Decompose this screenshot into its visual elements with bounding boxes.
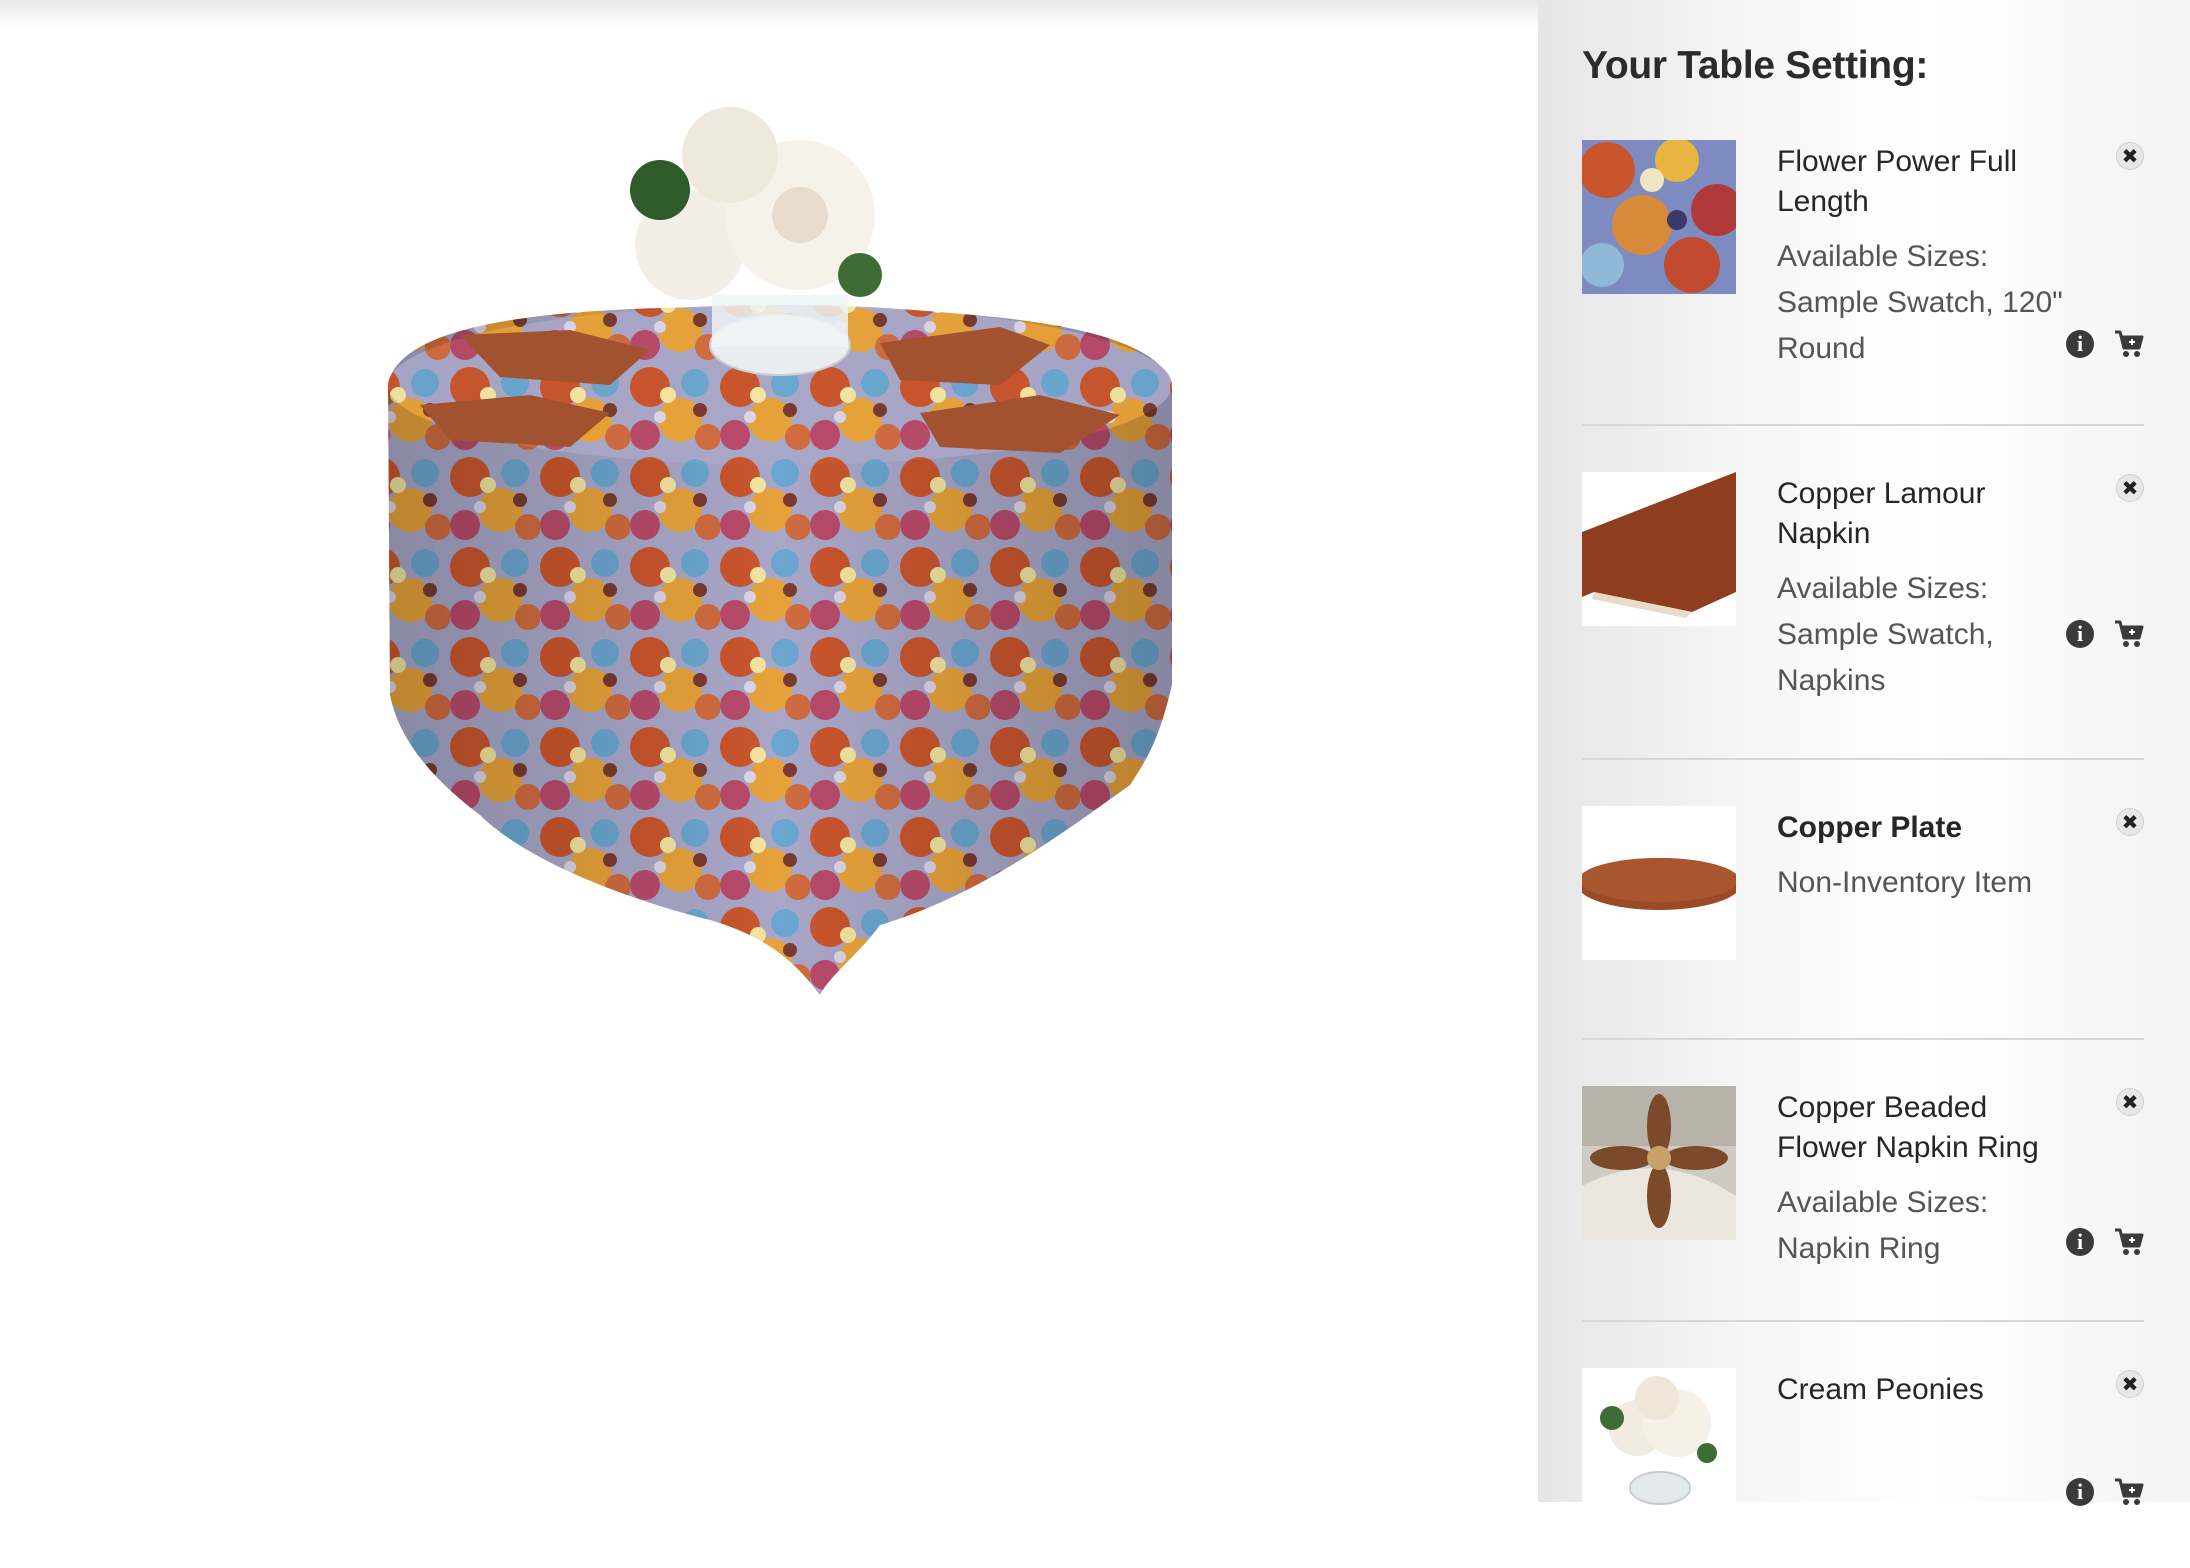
list-item: Cream Peonies ✖ i [1582,1368,2144,1568]
table-setting-items: Flower Power Full Length Available Sizes… [1582,140,2144,1568]
remove-item-button[interactable]: ✖ [2116,1088,2144,1116]
list-item: Copper Plate Non-Inventory Item ✖ [1582,806,2144,1040]
item-name: Copper Plate [1777,811,1963,844]
item-name: Copper Beaded Flower Napkin Ring [1777,1091,2039,1164]
item-info: Flower Power Full Length Available Sizes… [1777,140,2077,372]
item-info: Copper Beaded Flower Napkin Ring Availab… [1777,1086,2077,1272]
sizes-value: Napkin Ring [1777,1232,1941,1265]
item-name: Flower Power Full Length [1777,145,2018,218]
info-icon[interactable]: i [2066,1228,2094,1256]
table-preview [0,0,1538,1502]
remove-item-button[interactable]: ✖ [2116,474,2144,502]
peonies [630,107,882,300]
list-item: Copper Beaded Flower Napkin Ring Availab… [1582,1086,2144,1322]
remove-item-button[interactable]: ✖ [2116,808,2144,836]
info-icon[interactable]: i [2066,330,2094,358]
copper-napkin-thumbnail[interactable] [1582,472,1736,626]
item-info: Copper Lamour Napkin Available Sizes: Sa… [1777,472,2077,704]
item-name: Copper Lamour Napkin [1777,477,1986,550]
close-icon: ✖ [2121,1091,2139,1114]
sidebar-title: Your Table Setting: [1582,44,1929,87]
cart-plus-icon[interactable] [2114,620,2144,648]
sizes-label: Available Sizes: [1777,1186,1989,1219]
cart-plus-icon[interactable] [2114,330,2144,358]
item-name: Cream Peonies [1777,1373,1984,1406]
copper-plate-thumbnail[interactable] [1582,806,1736,960]
item-note: Non-Inventory Item [1777,866,2033,899]
table-setting-preview-image [388,107,1172,996]
item-sizes: Available Sizes: Sample Swatch, Napkins [1777,566,2077,704]
item-sizes: Available Sizes: Napkin Ring [1777,1180,2077,1272]
sizes-value: Sample Swatch, 120" Round [1777,286,2063,365]
item-actions: i [2066,1228,2144,1256]
sizes-value: Sample Swatch, Napkins [1777,618,1994,697]
info-icon[interactable]: i [2066,620,2094,648]
list-item: Flower Power Full Length Available Sizes… [1582,140,2144,426]
item-actions: i [2066,330,2144,358]
close-icon: ✖ [2121,1373,2139,1396]
cart-plus-icon[interactable] [2114,1228,2144,1256]
item-info: Copper Plate Non-Inventory Item [1777,806,2077,906]
sizes-label: Available Sizes: [1777,240,1989,273]
sizes-label: Available Sizes: [1777,572,1989,605]
item-actions: i [2066,620,2144,648]
peonies-thumbnail[interactable] [1582,1368,1736,1522]
list-item: Copper Lamour Napkin Available Sizes: Sa… [1582,472,2144,760]
remove-item-button[interactable]: ✖ [2116,142,2144,170]
remove-item-button[interactable]: ✖ [2116,1370,2144,1398]
close-icon: ✖ [2121,811,2139,834]
table-setting-sidebar: Your Table Setting: Flower Power Full Le… [1538,0,2190,1522]
close-icon: ✖ [2121,477,2139,500]
close-icon: ✖ [2121,145,2139,168]
napkin-ring-thumbnail[interactable] [1582,1086,1736,1240]
item-info: Cream Peonies [1777,1368,2077,1410]
item-sizes: Available Sizes: Sample Swatch, 120" Rou… [1777,234,2077,372]
flower-power-thumbnail[interactable] [1582,140,1736,294]
